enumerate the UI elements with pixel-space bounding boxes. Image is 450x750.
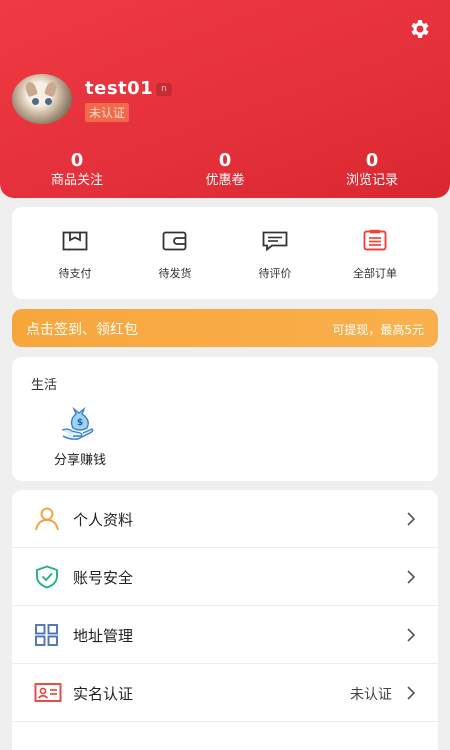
avatar-eye: [32, 98, 39, 105]
orders-card: 待支付 待发货 待评价 全部订单: [12, 207, 438, 299]
stat-label: 商品关注: [50, 173, 103, 188]
menu-value: 未认证: [350, 687, 392, 703]
profile-header: test01 n 未认证 0 商品关注 0 优惠卷 0 浏览记录: [0, 0, 450, 198]
avatar[interactable]: [12, 74, 72, 124]
order-pending-review[interactable]: 待评价: [225, 207, 325, 299]
user-icon: [35, 507, 59, 531]
comment-icon: [262, 231, 288, 251]
life-item-label: 分享赚钱: [53, 453, 106, 468]
avatar-ear: [43, 80, 59, 98]
svg-text:$: $: [77, 418, 83, 428]
level-badge: n: [156, 83, 172, 96]
stat-product-follow[interactable]: 0 商品关注: [17, 150, 137, 190]
avatar-ear: [23, 80, 39, 98]
menu-label: 个人资料: [73, 511, 134, 529]
money-bag-hand-icon: $: [61, 406, 94, 440]
menu-label: 账号安全: [73, 569, 134, 587]
shield-check-icon: [36, 565, 58, 589]
stat-coupons[interactable]: 0 优惠卷: [165, 150, 285, 190]
order-pending-shipment[interactable]: 待发货: [125, 207, 225, 299]
life-card: 生活 $ 分享赚钱: [12, 357, 438, 481]
stat-value: 0: [218, 150, 232, 171]
chevron-right-icon: [407, 686, 416, 700]
order-pending-payment[interactable]: 待支付: [25, 207, 125, 299]
banner-right-text: 可提现，最高5元: [332, 323, 424, 337]
stat-value: 0: [365, 150, 379, 171]
menu-real-name-auth[interactable]: 实名认证 未认证: [12, 664, 438, 722]
stat-label: 优惠卷: [205, 173, 245, 188]
section-title: 生活: [31, 378, 58, 393]
avatar-eye: [45, 98, 52, 105]
chevron-right-icon: [407, 628, 416, 642]
wallet-icon: [162, 231, 187, 251]
order-label: 待发货: [158, 267, 192, 280]
menu-address-management[interactable]: 地址管理: [12, 606, 438, 664]
settings-menu: 个人资料 账号安全 地址管理 实名认证 未认证: [12, 490, 438, 750]
order-label: 全部订单: [353, 267, 397, 280]
menu-account-security[interactable]: 账号安全: [12, 548, 438, 606]
share-earn-item[interactable]: $ 分享赚钱: [30, 402, 130, 472]
check-in-banner[interactable]: 点击签到、领红包 可提现，最高5元: [12, 309, 438, 347]
id-card-icon: [34, 683, 62, 702]
clipboard-icon: [363, 229, 387, 251]
chevron-right-icon: [407, 512, 416, 526]
box-icon: [62, 231, 88, 251]
stat-value: 0: [70, 150, 84, 171]
gear-icon[interactable]: [408, 17, 432, 41]
order-label: 待评价: [258, 267, 292, 280]
banner-left-text: 点击签到、领红包: [26, 322, 138, 338]
auth-status-badge[interactable]: 未认证: [85, 103, 130, 122]
chevron-right-icon: [407, 570, 416, 584]
menu-label: 地址管理: [73, 627, 134, 645]
stat-label: 浏览记录: [345, 173, 398, 188]
menu-label: 实名认证: [73, 685, 134, 703]
menu-profile[interactable]: 个人资料: [12, 490, 438, 548]
order-all[interactable]: 全部订单: [325, 207, 425, 299]
grid-icon: [35, 624, 58, 646]
order-label: 待支付: [58, 267, 92, 280]
stat-browse-history[interactable]: 0 浏览记录: [312, 150, 432, 190]
username: test01: [85, 78, 154, 99]
